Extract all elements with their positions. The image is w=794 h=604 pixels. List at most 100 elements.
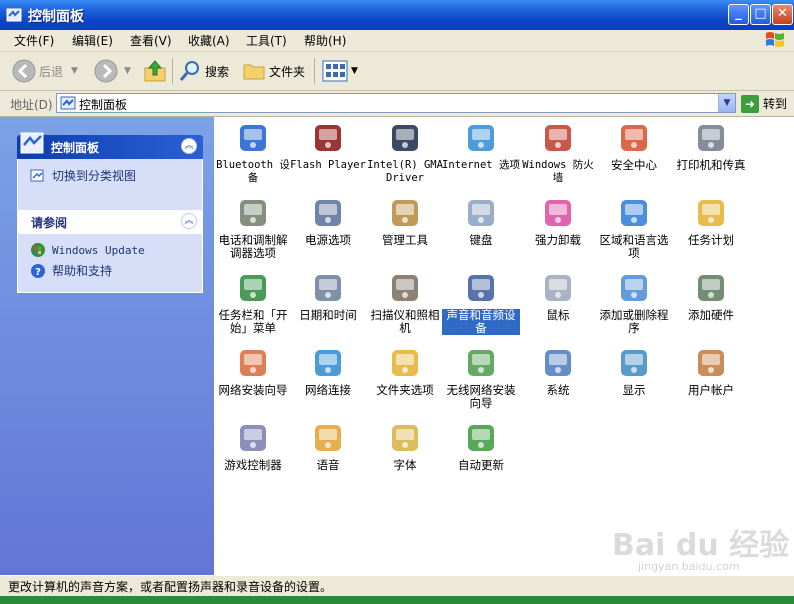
address-label: 地址(D) bbox=[10, 98, 53, 112]
control-panel-item[interactable]: 管理工具 bbox=[366, 196, 444, 247]
control-panel-item[interactable]: 日期和时间 bbox=[289, 271, 367, 322]
control-panel-item[interactable]: 游戏控制器 bbox=[214, 421, 292, 472]
panel-header[interactable]: 控制面板 ︽ bbox=[17, 132, 203, 159]
control-panel-item[interactable]: 添加或删除程序 bbox=[595, 271, 673, 335]
control-panel-item[interactable]: 添加硬件 bbox=[672, 271, 750, 322]
collapse-chevron-icon[interactable]: ︽ bbox=[181, 213, 197, 229]
control-panel-item[interactable]: 声音和音频设备 bbox=[442, 271, 520, 335]
item-label: 添加或删除程序 bbox=[599, 308, 669, 335]
control-panel-item[interactable]: 任务栏和「开始」菜单 bbox=[214, 271, 292, 335]
minimize-button[interactable]: _ bbox=[728, 4, 749, 25]
control-panel-item[interactable]: 任务计划 bbox=[672, 196, 750, 247]
collapse-chevron-icon[interactable]: ︽ bbox=[181, 138, 197, 154]
address-dropdown-icon[interactable]: ▼ bbox=[718, 94, 735, 112]
item-label: 系统 bbox=[546, 383, 570, 397]
maximize-button[interactable]: □ bbox=[750, 4, 771, 25]
menu-favorites[interactable]: 收藏(A) bbox=[188, 32, 230, 49]
control-panel-item[interactable]: 强力卸载 bbox=[519, 196, 597, 247]
item-label: 日期和时间 bbox=[299, 308, 357, 322]
item-label: 添加硬件 bbox=[688, 308, 734, 322]
security-center-icon bbox=[617, 121, 651, 155]
windows-update-label: Windows Update bbox=[52, 243, 145, 257]
item-label: 电话和调制解调器选项 bbox=[218, 233, 288, 260]
system-icon bbox=[541, 346, 575, 380]
address-input[interactable]: 控制面板 ▼ bbox=[56, 93, 736, 113]
switch-category-view-link[interactable]: 切换到分类视图 bbox=[30, 167, 136, 184]
control-panel-item[interactable]: 网络连接 bbox=[289, 346, 367, 397]
fonts-icon bbox=[388, 421, 422, 455]
views-dropdown-icon[interactable]: ▼ bbox=[351, 66, 358, 76]
views-icon bbox=[322, 60, 348, 82]
search-icon bbox=[179, 61, 199, 81]
back-button[interactable]: 后退 ▼ bbox=[12, 58, 78, 84]
panel-header[interactable]: 请参阅 ︽ bbox=[17, 210, 203, 234]
control-panel-item[interactable]: 打印机和传真 bbox=[672, 121, 750, 172]
control-panel-item[interactable]: Bluetooth 设备 bbox=[214, 121, 292, 185]
item-label: 游戏控制器 bbox=[224, 458, 282, 472]
help-support-link[interactable]: ? 帮助和支持 bbox=[30, 262, 112, 279]
uninstall-icon bbox=[541, 196, 575, 230]
control-panel-item[interactable]: 区域和语言选项 bbox=[595, 196, 673, 260]
control-panel-item[interactable]: 自动更新 bbox=[442, 421, 520, 472]
control-panel-item[interactable]: 用户帐户 bbox=[672, 346, 750, 397]
control-panel-item[interactable]: 文件夹选项 bbox=[366, 346, 444, 397]
title-bar[interactable]: 控制面板 _ □ ✕ bbox=[0, 0, 794, 30]
search-button[interactable]: 搜索 bbox=[178, 58, 229, 84]
item-label: 网络安装向导 bbox=[218, 383, 288, 397]
menu-view[interactable]: 查看(V) bbox=[130, 32, 172, 49]
control-panel-item[interactable]: 显示 bbox=[595, 346, 673, 397]
toolbar-separator bbox=[314, 58, 315, 84]
control-panel-item[interactable]: 无线网络安装向导 bbox=[442, 346, 520, 410]
window-title: 控制面板 bbox=[28, 9, 84, 25]
control-panel-item[interactable]: Windows 防火墙 bbox=[519, 121, 597, 185]
menu-tools[interactable]: 工具(T) bbox=[246, 32, 287, 49]
printer-icon bbox=[694, 121, 728, 155]
control-panel-item[interactable]: Flash Player bbox=[289, 121, 367, 172]
control-panel-item[interactable]: 网络安装向导 bbox=[214, 346, 292, 397]
close-button[interactable]: ✕ bbox=[772, 4, 793, 25]
status-text: 更改计算机的声音方案，或者配置扬声器和录音设备的设置。 bbox=[8, 580, 333, 594]
add-hardware-icon bbox=[694, 271, 728, 305]
menu-bar: 文件(F) 编辑(E) 查看(V) 收藏(A) 工具(T) 帮助(H) bbox=[0, 30, 794, 52]
taskbar-icon bbox=[236, 271, 270, 305]
views-button[interactable]: ▼ bbox=[322, 58, 358, 84]
scheduled-tasks-icon bbox=[694, 196, 728, 230]
item-label: 网络连接 bbox=[305, 383, 351, 397]
display-icon bbox=[617, 346, 651, 380]
folder-icon bbox=[243, 64, 265, 80]
menu-edit[interactable]: 编辑(E) bbox=[72, 32, 113, 49]
back-arrow-icon bbox=[12, 59, 36, 83]
up-button[interactable] bbox=[143, 58, 167, 84]
folders-button[interactable]: 文件夹 bbox=[242, 58, 305, 84]
control-panel-item[interactable]: Intel(R) GMA Driver bbox=[366, 121, 444, 185]
item-label: 自动更新 bbox=[458, 458, 504, 472]
go-button[interactable]: ➜ 转到 bbox=[741, 94, 787, 113]
firewall-icon bbox=[541, 121, 575, 155]
forward-dropdown-icon[interactable]: ▼ bbox=[124, 66, 131, 76]
control-panel-item[interactable]: Internet 选项 bbox=[442, 121, 520, 172]
folder-options-icon bbox=[388, 346, 422, 380]
control-panel-item[interactable]: 安全中心 bbox=[595, 121, 673, 172]
control-panel-item[interactable]: 扫描仪和照相机 bbox=[366, 271, 444, 335]
search-label: 搜索 bbox=[205, 64, 230, 79]
address-value: 控制面板 bbox=[79, 98, 128, 112]
control-panel-item[interactable]: 键盘 bbox=[442, 196, 520, 247]
back-dropdown-icon[interactable]: ▼ bbox=[71, 66, 78, 76]
item-label: 显示 bbox=[622, 383, 646, 397]
sound-icon bbox=[464, 271, 498, 305]
go-label: 转到 bbox=[763, 97, 788, 111]
control-panel-item[interactable]: 系统 bbox=[519, 346, 597, 397]
menu-help[interactable]: 帮助(H) bbox=[304, 32, 346, 49]
item-label: 声音和音频设备 bbox=[442, 309, 520, 335]
task-pane: 控制面板 ︽ 切换到分类视图 请参阅 ︽ Windows Update ? 帮助… bbox=[0, 117, 214, 575]
control-panel-item[interactable]: 语音 bbox=[289, 421, 367, 472]
windows-update-link[interactable]: Windows Update bbox=[30, 242, 145, 258]
control-panel-item[interactable]: 电话和调制解调器选项 bbox=[214, 196, 292, 260]
control-panel-panel: 控制面板 ︽ 切换到分类视图 bbox=[17, 132, 203, 214]
control-panel-item[interactable]: 字体 bbox=[366, 421, 444, 472]
control-panel-item[interactable]: 电源选项 bbox=[289, 196, 367, 247]
menu-file[interactable]: 文件(F) bbox=[14, 32, 54, 49]
forward-button[interactable]: ▼ bbox=[94, 58, 131, 84]
wireless-wizard-icon bbox=[464, 346, 498, 380]
control-panel-item[interactable]: 鼠标 bbox=[519, 271, 597, 322]
